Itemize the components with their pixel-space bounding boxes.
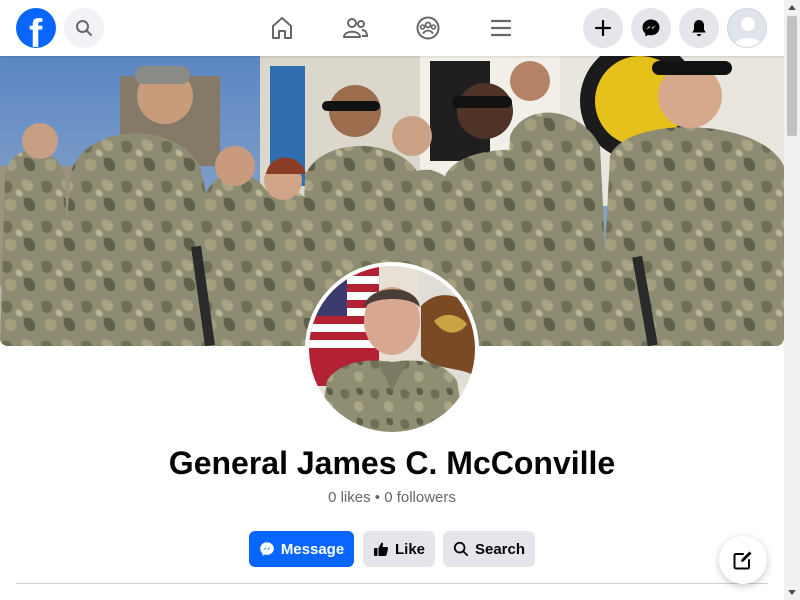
friends-nav-button[interactable] bbox=[339, 12, 371, 44]
account-avatar-icon bbox=[728, 9, 766, 47]
thumbs-up-icon bbox=[373, 542, 389, 556]
home-nav-button[interactable] bbox=[266, 12, 298, 44]
messenger-icon bbox=[260, 542, 274, 556]
menu-nav-button[interactable] bbox=[485, 12, 517, 44]
message-button-label: Message bbox=[280, 540, 345, 558]
compose-icon bbox=[733, 551, 752, 570]
notifications-button[interactable] bbox=[679, 8, 719, 48]
groups-nav-button[interactable] bbox=[412, 12, 444, 44]
search-button-label: Search bbox=[474, 540, 526, 558]
search-button[interactable] bbox=[64, 8, 104, 48]
facebook-logo-letter: f bbox=[29, 12, 43, 48]
profile-picture[interactable] bbox=[305, 262, 479, 436]
search-page-button[interactable]: Search bbox=[443, 531, 535, 567]
like-button-label: Like bbox=[394, 540, 425, 558]
scroll-down-arrow-icon[interactable] bbox=[788, 590, 796, 595]
create-button[interactable] bbox=[583, 8, 623, 48]
top-navigation-bar: f bbox=[0, 0, 784, 56]
page-scrollbar[interactable] bbox=[784, 0, 800, 600]
messenger-icon bbox=[642, 19, 660, 37]
search-icon bbox=[76, 20, 92, 36]
scroll-thumb[interactable] bbox=[787, 16, 797, 136]
messenger-button[interactable] bbox=[631, 8, 671, 48]
plus-icon bbox=[594, 19, 612, 37]
compose-message-button[interactable] bbox=[719, 536, 767, 584]
profile-picture-image bbox=[309, 266, 475, 432]
page-stats: 0 likes • 0 followers bbox=[328, 489, 456, 506]
groups-icon bbox=[416, 16, 440, 40]
message-button[interactable]: Message bbox=[249, 531, 354, 567]
section-divider bbox=[16, 583, 768, 584]
friends-icon bbox=[343, 18, 369, 38]
scroll-up-arrow-icon[interactable] bbox=[788, 5, 796, 10]
account-avatar-button[interactable] bbox=[727, 8, 767, 48]
hamburger-menu-icon bbox=[490, 19, 512, 37]
bell-icon bbox=[692, 20, 706, 37]
facebook-logo-icon[interactable]: f bbox=[16, 8, 56, 48]
page-title: General James C. McConville bbox=[168, 445, 616, 481]
home-icon bbox=[272, 17, 292, 39]
like-button[interactable]: Like bbox=[363, 531, 435, 567]
search-icon bbox=[453, 541, 469, 557]
